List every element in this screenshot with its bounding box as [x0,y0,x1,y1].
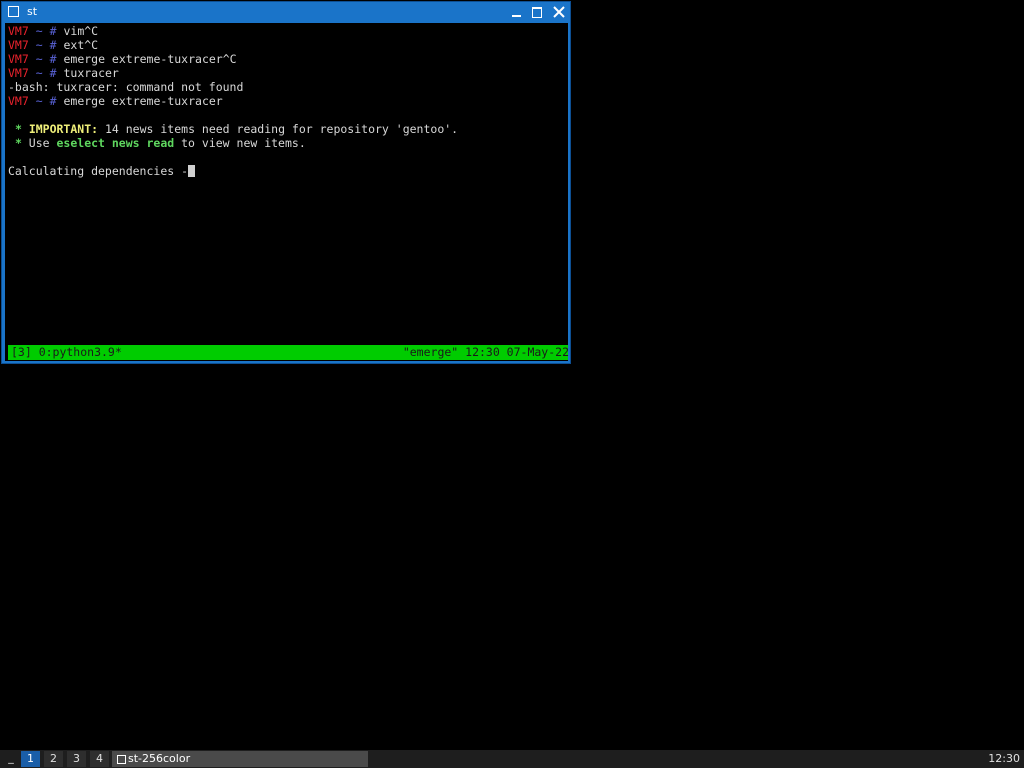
prompt-host: VM7 [8,38,29,52]
menu-button[interactable]: _ [4,750,18,768]
command-text: ext^C [63,38,99,52]
taskbar-task-st[interactable]: st-256color [112,751,368,767]
command-text: emerge extreme-tuxracer^C [63,52,237,66]
maximize-button[interactable] [529,4,545,20]
prompt-host: VM7 [8,52,29,66]
maximize-icon [532,7,542,18]
prompt-symbol: # [49,94,57,108]
prompt-dir: ~ [35,94,43,108]
taskbar: _ 1 2 3 4 st-256color 12:30 [0,750,1024,768]
tmux-status-right: "emerge" 12:30 07-May-22 [402,345,568,359]
workspace-2[interactable]: 2 [44,751,63,767]
error-output: -bash: tuxracer: command not found [8,80,244,94]
tmux-status-bar: [3] 0:python3.9* "emerge" 12:30 07-May-2… [8,345,568,360]
prompt-dir: ~ [35,24,43,38]
eselect-command: eselect news read [56,136,175,150]
prompt-host: VM7 [8,24,29,38]
prompt-host: VM7 [8,66,29,80]
command-text: vim^C [63,24,99,38]
prompt-dir: ~ [35,38,43,52]
prompt-symbol: # [49,66,57,80]
news-use-line: * Use eselect news read to view new item… [8,136,306,150]
prompt-line: VM7 ~ # tuxracer [8,66,119,80]
window-title: st [27,5,38,18]
use-suffix: to view new items. [174,136,306,150]
prompt-symbol: # [49,52,57,66]
news-bullet: * [14,136,22,150]
prompt-line: VM7 ~ # emerge extreme-tuxracer^C [8,52,237,66]
command-text: emerge extreme-tuxracer [63,94,223,108]
prompt-line: VM7 ~ # emerge extreme-tuxracer [8,94,223,108]
desktop: st VM7 ~ # vim^C VM7 ~ # ext^C VM7 ~ # e… [0,0,1024,768]
terminal-window[interactable]: st VM7 ~ # vim^C VM7 ~ # ext^C VM7 ~ # e… [1,1,571,364]
close-button[interactable] [551,4,567,20]
prompt-line: VM7 ~ # ext^C [8,38,98,52]
window-icon [117,755,126,764]
workspace-1[interactable]: 1 [21,751,40,767]
prompt-symbol: # [49,24,57,38]
prompt-dir: ~ [35,52,43,66]
news-bullet: * [14,122,22,136]
terminal-cursor [188,165,196,177]
workspace-3[interactable]: 3 [67,751,86,767]
prompt-line: VM7 ~ # vim^C [8,24,98,38]
minimize-button[interactable] [508,4,524,20]
important-text: 14 news items need reading for repositor… [98,122,459,136]
prompt-dir: ~ [35,66,43,80]
news-important-line: * IMPORTANT: 14 news items need reading … [8,122,458,136]
prompt-host: VM7 [8,94,29,108]
task-label: st-256color [128,752,191,765]
important-label: IMPORTANT: [28,122,99,136]
tmux-window-list: [3] 0:python3.9* [11,345,122,359]
use-prefix: Use [21,136,57,150]
calculating-text: Calculating dependencies - [8,164,189,178]
prompt-symbol: # [49,38,57,52]
clock: 12:30 [988,752,1020,765]
window-titlebar[interactable]: st [2,2,570,22]
close-icon [553,6,565,18]
workspace-4[interactable]: 4 [90,751,109,767]
terminal-content[interactable]: VM7 ~ # vim^C VM7 ~ # ext^C VM7 ~ # emer… [5,23,568,361]
command-text: tuxracer [63,66,119,80]
window-icon [8,6,19,17]
minimize-icon [512,15,521,17]
calculating-line: Calculating dependencies - [8,164,196,178]
